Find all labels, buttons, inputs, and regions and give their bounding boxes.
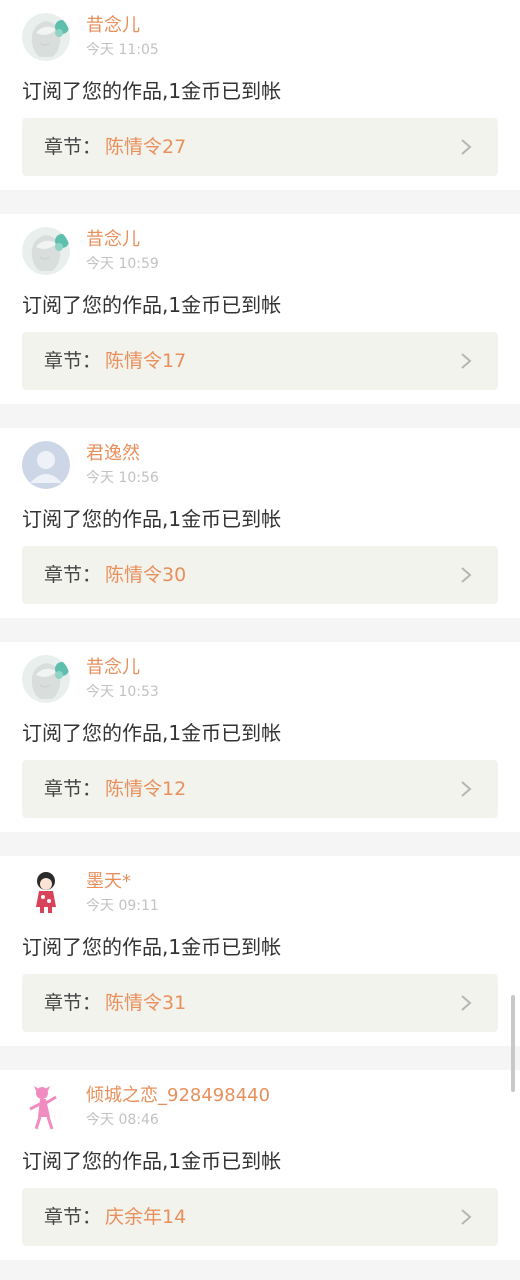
chapter-label: 章节： [44, 350, 102, 372]
chapter-label: 章节： [44, 1206, 102, 1228]
chapter-title: 庆余年14 [105, 1206, 187, 1228]
chapter-link[interactable]: 章节： 陈情令17 [22, 332, 498, 390]
scrollbar[interactable] [511, 995, 515, 1092]
chapter-link[interactable]: 章节： 陈情令31 [22, 974, 498, 1032]
chevron-right-icon [461, 139, 472, 155]
notification-message: 订阅了您的作品,1金币已到帐 [22, 721, 282, 745]
user-name[interactable]: 昔念儿 [86, 15, 140, 37]
notification-message: 订阅了您的作品,1金币已到帐 [22, 935, 282, 959]
chevron-right-icon [461, 995, 472, 1011]
chapter-label: 章节： [44, 136, 102, 158]
user-name[interactable]: 昔念儿 [86, 657, 140, 679]
chibi-character-avatar-icon[interactable] [22, 869, 70, 917]
notification-card: 昔念儿 今天 11:05 订阅了您的作品,1金币已到帐 章节： 陈情令27 [0, 0, 520, 190]
anime-girl-avatar-icon[interactable] [22, 13, 70, 61]
notification-card: 君逸然 今天 10:56 订阅了您的作品,1金币已到帐 章节： 陈情令30 [0, 428, 520, 618]
anime-girl-avatar-icon[interactable] [22, 655, 70, 703]
user-name[interactable]: 墨天* [86, 871, 131, 893]
notification-feed: 昔念儿 今天 11:05 订阅了您的作品,1金币已到帐 章节： 陈情令27 昔念… [0, 0, 520, 1260]
chapter-label: 章节： [44, 564, 102, 586]
chapter-title: 陈情令27 [105, 136, 187, 158]
timestamp: 今天 11:05 [86, 42, 159, 58]
chapter-link[interactable]: 章节： 陈情令12 [22, 760, 498, 818]
chapter-link[interactable]: 章节： 陈情令30 [22, 546, 498, 604]
chevron-right-icon [461, 353, 472, 369]
notification-message: 订阅了您的作品,1金币已到帐 [22, 79, 282, 103]
chevron-right-icon [461, 567, 472, 583]
user-name[interactable]: 倾城之恋_928498440 [86, 1085, 270, 1107]
chapter-link[interactable]: 章节： 庆余年14 [22, 1188, 498, 1246]
chapter-title: 陈情令30 [105, 564, 187, 586]
notification-message: 订阅了您的作品,1金币已到帐 [22, 507, 282, 531]
notification-message: 订阅了您的作品,1金币已到帐 [22, 1149, 282, 1173]
timestamp: 今天 10:59 [86, 256, 159, 272]
timestamp: 今天 09:11 [86, 898, 159, 914]
chapter-link[interactable]: 章节： 陈情令27 [22, 118, 498, 176]
chapter-label: 章节： [44, 778, 102, 800]
notification-card: 昔念儿 今天 10:53 订阅了您的作品,1金币已到帐 章节： 陈情令12 [0, 642, 520, 832]
chapter-label: 章节： [44, 992, 102, 1014]
chapter-title: 陈情令12 [105, 778, 187, 800]
notification-card: 昔念儿 今天 10:59 订阅了您的作品,1金币已到帐 章节： 陈情令17 [0, 214, 520, 404]
user-name[interactable]: 昔念儿 [86, 229, 140, 251]
anime-girl-avatar-icon[interactable] [22, 227, 70, 275]
timestamp: 今天 08:46 [86, 1112, 159, 1128]
chapter-title: 陈情令17 [105, 350, 187, 372]
timestamp: 今天 10:56 [86, 470, 159, 486]
chapter-title: 陈情令31 [105, 992, 187, 1014]
timestamp: 今天 10:53 [86, 684, 159, 700]
notification-message: 订阅了您的作品,1金币已到帐 [22, 293, 282, 317]
chevron-right-icon [461, 1209, 472, 1225]
user-name[interactable]: 君逸然 [86, 443, 140, 465]
notification-card: 倾城之恋_928498440 今天 08:46 订阅了您的作品,1金币已到帐 章… [0, 1070, 520, 1260]
notification-card: 墨天* 今天 09:11 订阅了您的作品,1金币已到帐 章节： 陈情令31 [0, 856, 520, 1046]
default-user-avatar-icon[interactable] [22, 441, 70, 489]
chevron-right-icon [461, 781, 472, 797]
pink-panther-avatar-icon[interactable] [22, 1083, 70, 1131]
